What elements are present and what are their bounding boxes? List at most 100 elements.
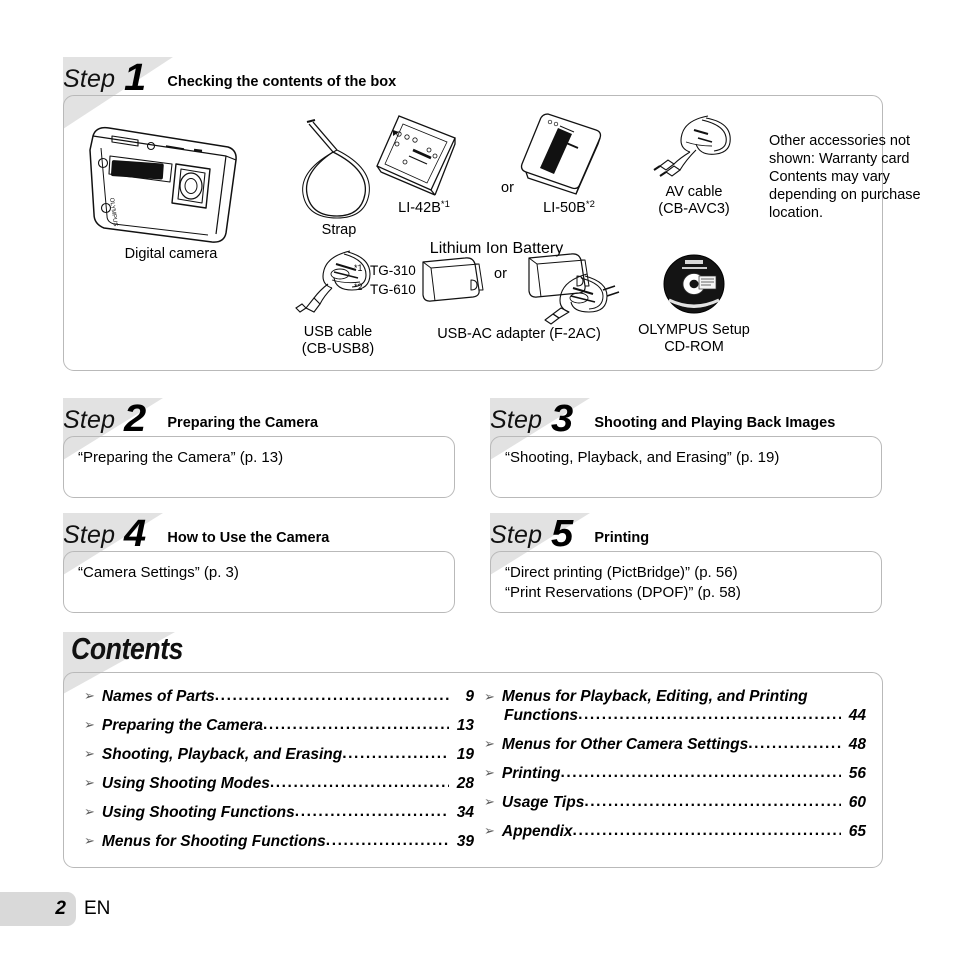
toc-entry-page: 28 — [456, 775, 474, 792]
toc-entry-usage-tips[interactable]: ➢ Usage Tips ...........................… — [484, 793, 866, 812]
battery-li50b-footnote-marker: *2 — [585, 199, 595, 210]
part-caption: LI-42B*1 — [359, 196, 489, 217]
toc-entry-label: Menus for Playback, Editing, and Printin… — [501, 688, 808, 705]
step-2-reference-line[interactable]: “Preparing the Camera” (p. 13) — [78, 448, 454, 468]
step-4-reference-line[interactable]: “Camera Settings” (p. 3) — [78, 563, 454, 583]
av-cable-icon — [653, 115, 731, 177]
part-usb-cable: USB cable (CB-USB8) — [276, 248, 400, 358]
page-number: 2 — [55, 898, 66, 919]
toc-bullet-icon: ➢ — [84, 833, 95, 848]
step-5-reference-line-2[interactable]: “Print Reservations (DPOF)” (p. 58) — [505, 583, 881, 603]
part-caption-2: (CB-AVC3) — [658, 201, 730, 217]
toc-bullet-icon: ➢ — [484, 689, 495, 704]
toc-entry-label: Menus for Shooting Functions — [101, 833, 326, 850]
toc-leader-dots: ........................................… — [578, 706, 841, 723]
part-battery-li42b: LI-42B*1 — [359, 110, 489, 217]
toc-entry-menus-for-other-camera-settings[interactable]: ➢ Menus for Other Camera Settings ......… — [484, 735, 866, 754]
step-2-title: Preparing the Camera — [167, 414, 319, 431]
toc-bullet-icon: ➢ — [84, 688, 95, 703]
toc-bullet-icon: ➢ — [84, 804, 95, 819]
toc-leader-dots: ........................................… — [214, 687, 449, 704]
toc-bullet-icon: ➢ — [484, 794, 495, 809]
part-usb-ac-adapter: USB-AC adapter (F-2AC) — [399, 246, 639, 343]
step-3-box: “Shooting, Playback, and Erasing” (p. 19… — [490, 436, 882, 498]
step-1-block: Step 1 Checking the contents of the box — [63, 57, 921, 371]
svg-text:OLYMPUS: OLYMPUS — [108, 197, 118, 226]
other-accessories-note: Other accessories not shown: Warranty ca… — [769, 133, 921, 221]
toc-bullet-icon: ➢ — [84, 775, 95, 790]
step-3-reference-line[interactable]: “Shooting, Playback, and Erasing” (p. 19… — [505, 448, 881, 468]
toc-entry-page: 9 — [465, 688, 474, 705]
part-av-cable: AV cable (CB-AVC3) — [632, 112, 756, 218]
toc-entry-page: 65 — [848, 823, 866, 840]
part-battery-li50b: LI-50B*2 — [504, 110, 634, 217]
toc-entry-names-of-parts[interactable]: ➢ Names of Parts .......................… — [84, 687, 474, 706]
step-4-box-inner: “Camera Settings” (p. 3) — [64, 552, 454, 583]
battery-li50b-icon — [520, 113, 602, 195]
toc-entry-appendix[interactable]: ➢ Appendix .............................… — [484, 822, 866, 841]
toc-entry-page: 13 — [456, 717, 474, 734]
toc-entry-using-shooting-functions[interactable]: ➢ Using Shooting Functions .............… — [84, 803, 474, 822]
part-caption: USB-AC adapter (F-2AC) — [437, 326, 601, 342]
adapter-or-label: or — [494, 266, 507, 282]
toc-leader-dots: ........................................… — [294, 803, 449, 820]
part-caption: Strap — [321, 222, 357, 238]
toc-entry-menus-for-shooting-functions[interactable]: ➢ Menus for Shooting Functions .........… — [84, 832, 474, 851]
toc-entry-page: 39 — [456, 833, 474, 850]
toc-entry-preparing-the-camera[interactable]: ➢ Preparing the Camera .................… — [84, 716, 474, 735]
part-caption: AV cable — [665, 184, 723, 200]
toc-column-left: ➢ Names of Parts .......................… — [84, 687, 474, 861]
toc-entry-label: Usage Tips — [501, 794, 585, 811]
part-caption-2: (CB-USB8) — [301, 341, 375, 357]
part-caption: USB cable — [303, 324, 373, 340]
step-2-box-inner: “Preparing the Camera” (p. 13) — [64, 437, 454, 468]
toc-entry-page: 34 — [456, 804, 474, 821]
contents-block: Contents ➢ Names of Parts ..............… — [63, 632, 883, 868]
toc-column-right: ➢ Menus for Playback, Editing, and Printi… — [484, 687, 866, 851]
toc-bullet-icon: ➢ — [484, 736, 495, 751]
part-caption: OLYMPUS Setup — [638, 322, 750, 338]
toc-bullet-icon: ➢ — [84, 746, 95, 761]
step-5-box: “Direct printing (PictBridge)” (p. 56) “… — [490, 551, 882, 613]
toc-entry-using-shooting-modes[interactable]: ➢ Using Shooting Modes .................… — [84, 774, 474, 793]
toc-entry-label: Printing — [501, 765, 561, 782]
box-contents-illustrations: OLYMPUS Digital camera Strap LI-42B*1 or… — [64, 96, 921, 370]
language-code: EN — [84, 898, 111, 919]
toc-entry-label: Menus for Other Camera Settings — [501, 736, 749, 753]
step-2-box: “Preparing the Camera” (p. 13) — [63, 436, 455, 498]
battery-li50b-label: LI-50B — [543, 200, 586, 216]
step-4-title: How to Use the Camera — [167, 529, 330, 546]
part-caption: LI-50B*2 — [504, 196, 634, 217]
step-1-header: Step 1 Checking the contents of the box — [63, 57, 883, 97]
toc-bullet-icon: ➢ — [484, 765, 495, 780]
step-1-box: OLYMPUS Digital camera Strap LI-42B*1 or… — [63, 95, 921, 371]
step-5-reference-line-1[interactable]: “Direct printing (PictBridge)” (p. 56) — [505, 563, 881, 583]
digital-camera-icon: OLYMPUS — [89, 126, 237, 243]
toc-entry-label-continued: Functions — [504, 707, 579, 724]
usb-cable-icon — [295, 250, 371, 313]
toc-leader-dots: ........................................… — [584, 793, 841, 810]
contents-box: ➢ Names of Parts .......................… — [63, 672, 883, 868]
toc-leader-dots: ........................................… — [325, 832, 449, 849]
toc-leader-dots: ........................................… — [269, 774, 449, 791]
toc-entry-page: 56 — [848, 765, 866, 782]
toc-entry-menus-for-playback-editing-printing[interactable]: ➢ Menus for Playback, Editing, and Printi… — [484, 687, 866, 725]
step-5-title: Printing — [594, 529, 650, 546]
toc-leader-dots: ........................................… — [748, 735, 841, 752]
step-3-title: Shooting and Playing Back Images — [594, 414, 836, 431]
toc-entry-label: Preparing the Camera — [101, 717, 263, 734]
toc-leader-dots: ........................................… — [342, 745, 449, 762]
toc-entry-page: 60 — [848, 794, 866, 811]
usb-ac-adapter-icon — [422, 253, 620, 325]
step-3-box-inner: “Shooting, Playback, and Erasing” (p. 19… — [491, 437, 881, 468]
toc-entry-shooting-playback-erasing[interactable]: ➢ Shooting, Playback, and Erasing ......… — [84, 745, 474, 764]
toc-bullet-icon: ➢ — [484, 823, 495, 838]
part-caption: Digital camera — [124, 246, 218, 262]
battery-li42b-footnote-marker: *1 — [440, 199, 450, 210]
step-1-title: Checking the contents of the box — [167, 73, 397, 90]
toc-entry-printing[interactable]: ➢ Printing .............................… — [484, 764, 866, 783]
battery-li42b-icon — [376, 115, 456, 196]
toc-entry-label: Names of Parts — [101, 688, 215, 705]
toc-entry-label: Using Shooting Functions — [101, 804, 295, 821]
step-4-box: “Camera Settings” (p. 3) — [63, 551, 455, 613]
